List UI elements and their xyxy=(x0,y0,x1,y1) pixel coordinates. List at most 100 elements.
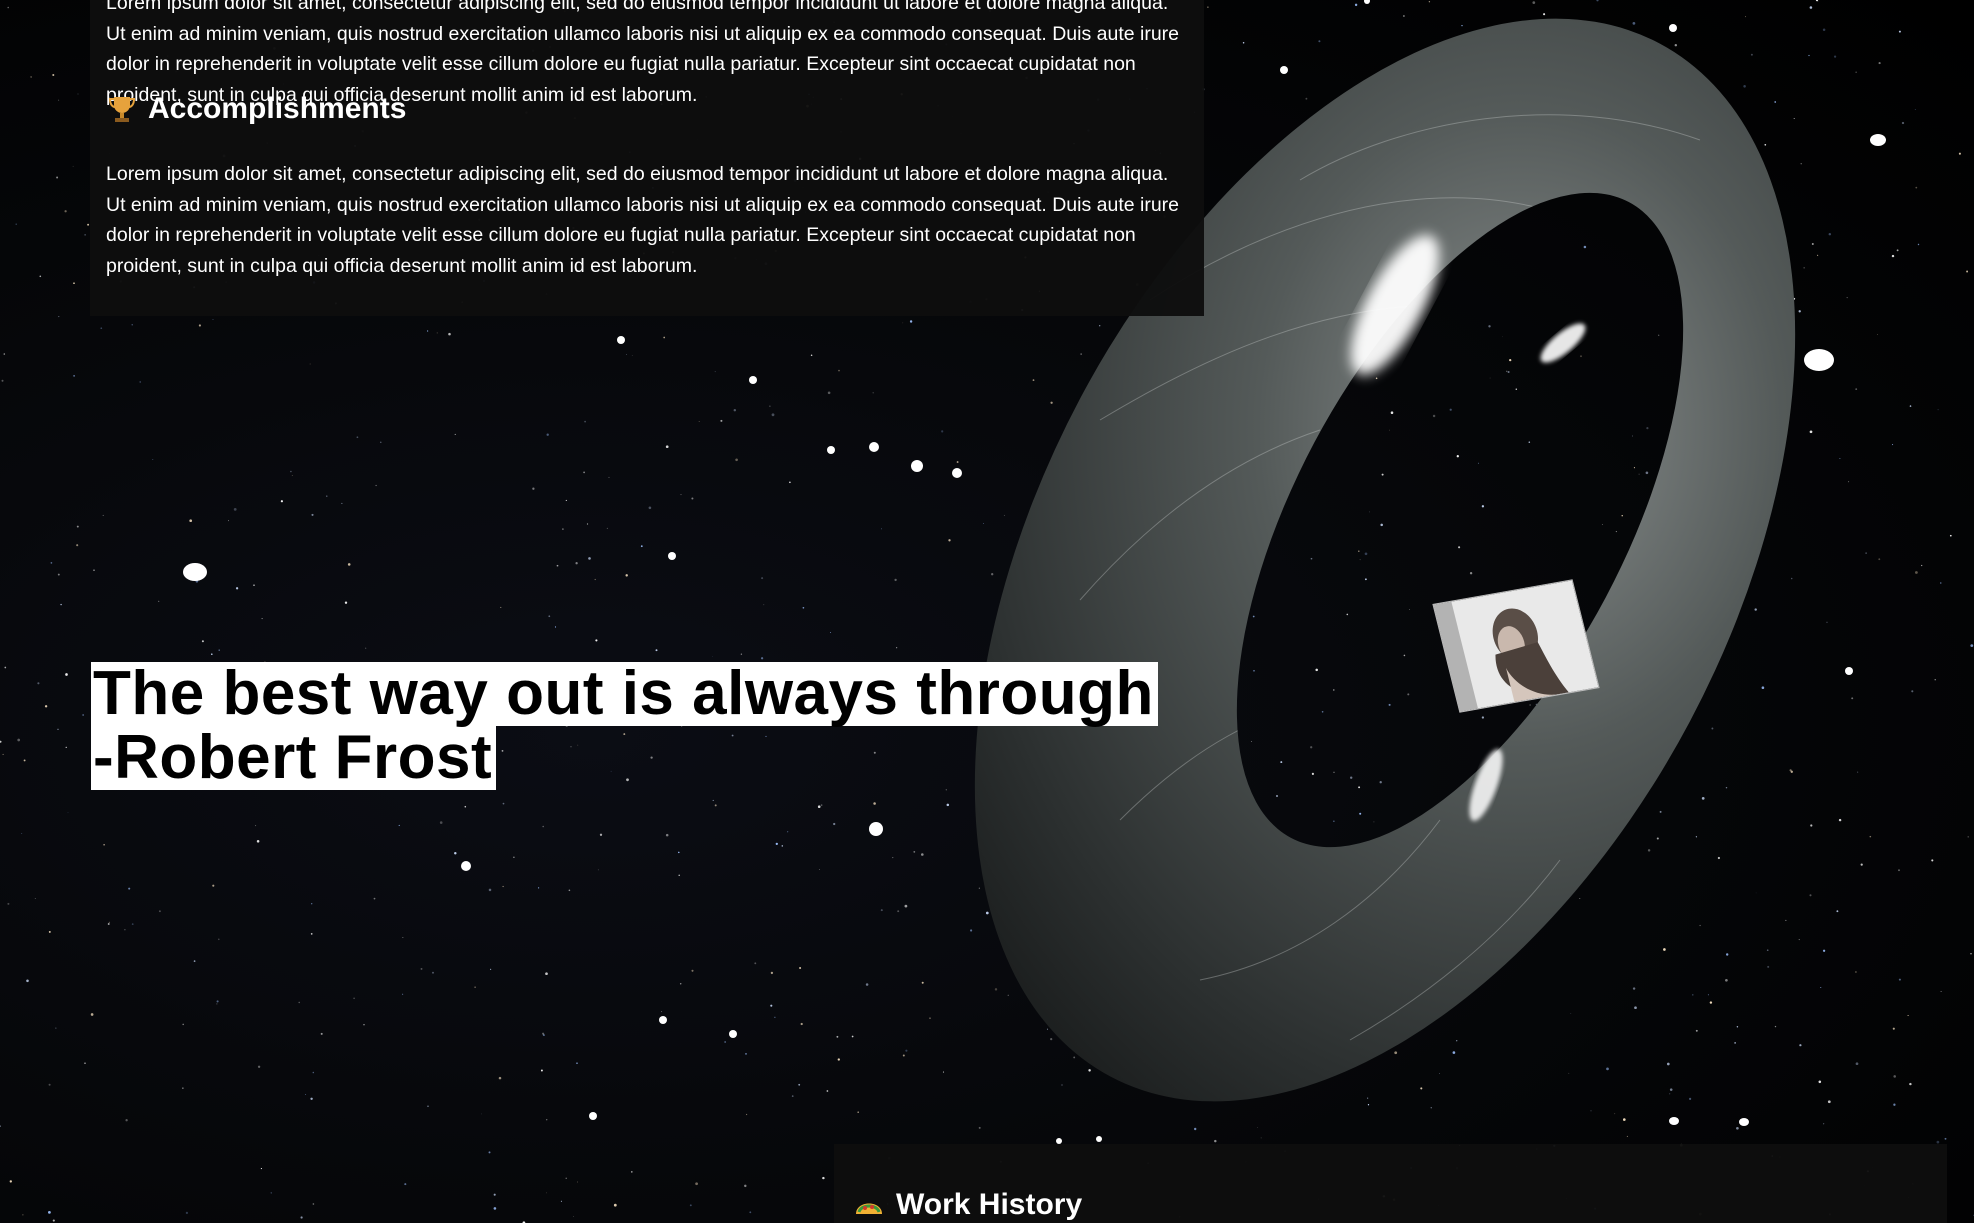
star xyxy=(648,506,652,510)
star xyxy=(102,514,104,516)
star xyxy=(7,902,10,905)
star xyxy=(481,1113,482,1115)
star xyxy=(568,889,571,892)
star xyxy=(1917,243,1920,246)
star xyxy=(300,1216,303,1219)
star xyxy=(631,354,633,356)
star xyxy=(594,578,596,581)
star xyxy=(827,391,831,395)
star xyxy=(873,802,876,805)
content-card-bottom: Work History xyxy=(834,1144,1947,1223)
work-history-title: Work History xyxy=(896,1188,1083,1221)
star xyxy=(894,578,897,582)
star xyxy=(1970,644,1974,647)
floating-particle xyxy=(869,442,879,452)
star xyxy=(586,523,589,525)
star xyxy=(26,979,29,983)
star xyxy=(131,923,134,925)
star xyxy=(763,604,765,606)
star xyxy=(573,1216,574,1218)
floating-particle xyxy=(827,446,835,454)
star xyxy=(198,324,201,327)
star xyxy=(542,1032,545,1035)
star xyxy=(1931,859,1934,862)
work-history-heading: Work History xyxy=(854,1188,1082,1222)
star xyxy=(454,433,456,435)
star xyxy=(218,649,220,651)
star xyxy=(1921,564,1923,567)
star xyxy=(67,812,69,814)
star xyxy=(1914,109,1916,111)
star xyxy=(182,1087,184,1089)
star xyxy=(546,433,549,436)
star xyxy=(128,887,131,890)
star xyxy=(311,513,314,516)
floating-particle xyxy=(729,1030,737,1038)
star xyxy=(0,1125,1,1127)
star xyxy=(439,821,443,824)
star xyxy=(310,1097,313,1101)
star xyxy=(712,799,714,801)
star xyxy=(608,476,610,478)
star xyxy=(584,420,586,423)
star xyxy=(87,223,90,226)
star xyxy=(52,1219,55,1222)
star xyxy=(576,1062,578,1064)
floating-particle xyxy=(869,822,883,836)
star xyxy=(1967,836,1969,838)
star xyxy=(698,420,700,423)
star xyxy=(691,969,694,972)
star xyxy=(872,392,874,394)
star xyxy=(689,1204,692,1207)
star xyxy=(1940,991,1942,992)
star xyxy=(260,1168,262,1170)
star xyxy=(56,176,59,179)
star xyxy=(23,759,26,762)
star xyxy=(665,833,669,837)
star xyxy=(630,1171,633,1173)
star xyxy=(326,495,328,497)
star xyxy=(787,831,789,833)
star xyxy=(312,1071,315,1074)
star xyxy=(257,1065,261,1068)
star xyxy=(211,653,213,655)
star xyxy=(800,1022,803,1026)
star xyxy=(261,618,263,620)
star xyxy=(640,545,643,548)
star xyxy=(599,833,603,836)
star xyxy=(320,1032,323,1035)
star xyxy=(493,1207,497,1210)
star xyxy=(39,275,42,278)
floating-particle xyxy=(617,336,625,344)
star xyxy=(761,577,764,580)
star xyxy=(73,374,76,377)
star xyxy=(749,1211,752,1214)
star xyxy=(1966,270,1969,273)
star xyxy=(201,640,204,643)
star xyxy=(344,601,348,604)
floating-particle xyxy=(183,563,207,581)
star xyxy=(545,1118,548,1121)
star xyxy=(865,983,869,986)
star xyxy=(131,324,133,326)
star xyxy=(880,909,883,912)
star xyxy=(540,1069,543,1072)
quote: The best way out is always through -Robe… xyxy=(91,662,1158,790)
star xyxy=(1907,1014,1909,1017)
star xyxy=(76,525,79,528)
star xyxy=(298,1001,300,1004)
star xyxy=(897,910,900,913)
star xyxy=(745,1053,747,1055)
star xyxy=(420,967,423,970)
star xyxy=(235,587,239,590)
star xyxy=(826,1090,829,1092)
star xyxy=(76,544,79,547)
star xyxy=(58,316,60,318)
star xyxy=(798,1083,801,1086)
star xyxy=(228,520,229,522)
star xyxy=(1901,121,1905,125)
star xyxy=(836,1035,839,1038)
quote-text: The best way out is always through xyxy=(91,662,1158,726)
star xyxy=(577,1181,578,1183)
star xyxy=(3,353,6,355)
